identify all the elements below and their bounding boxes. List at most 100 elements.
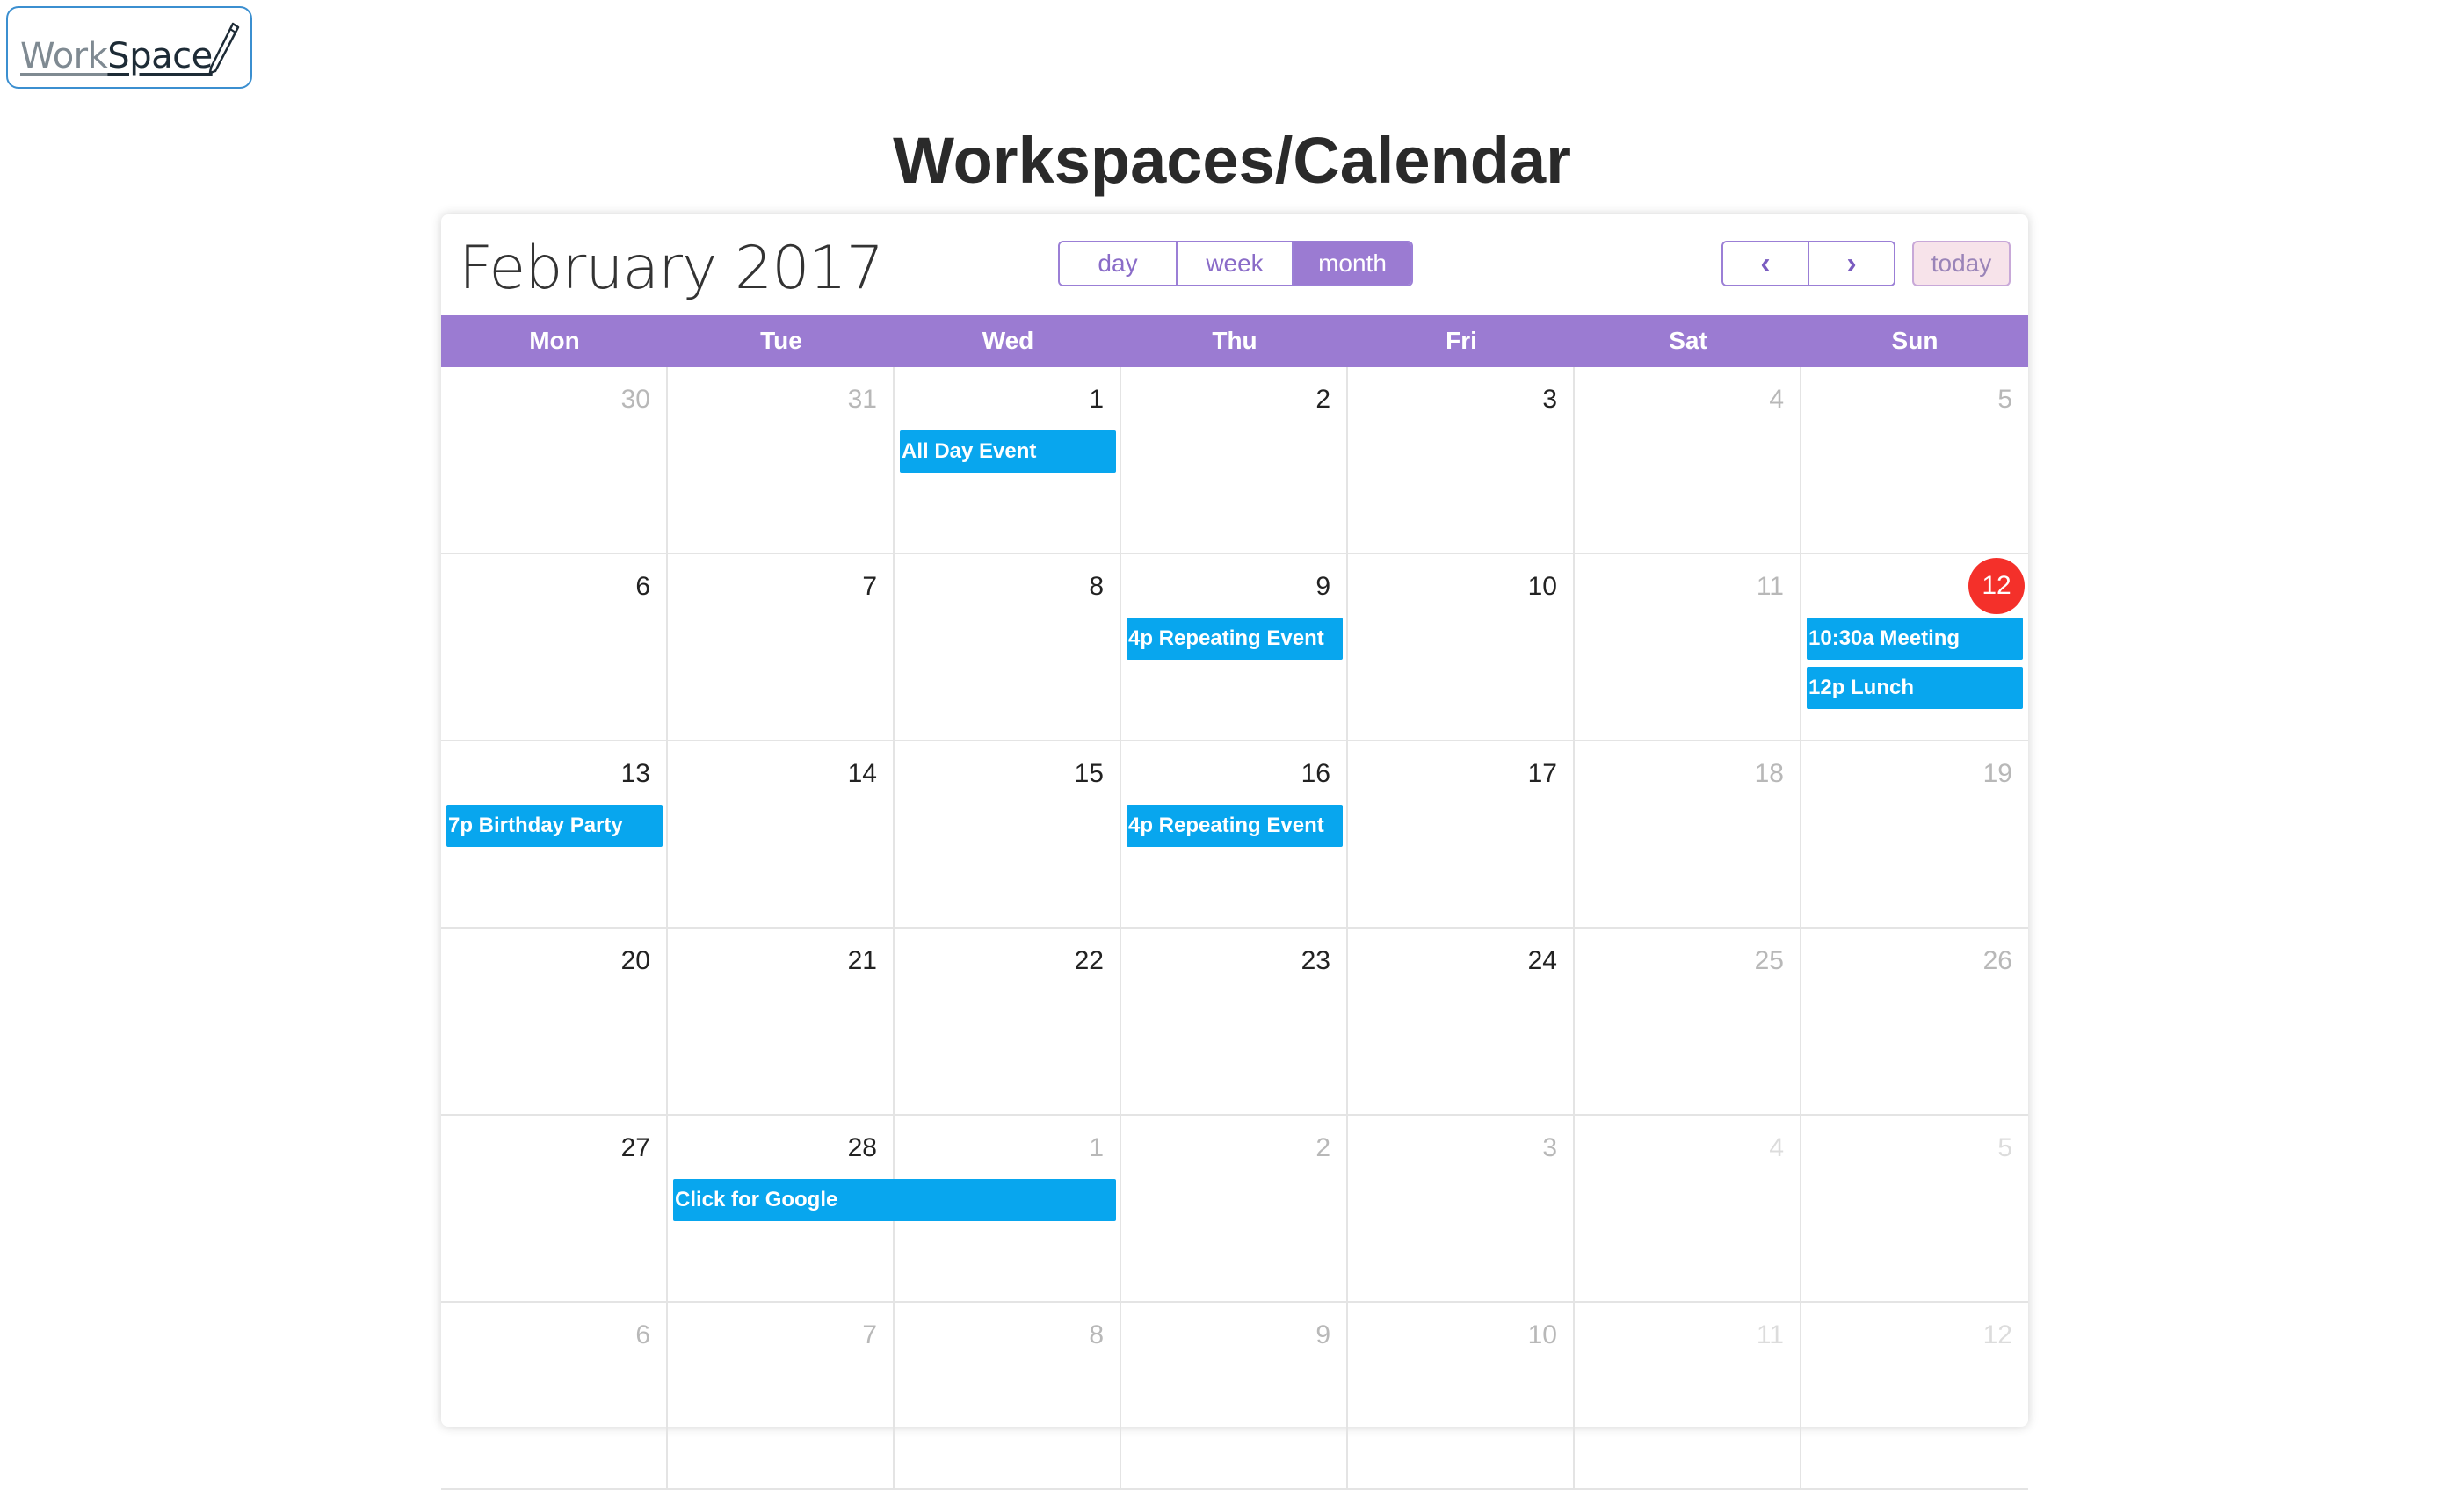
day-cell[interactable]: 14: [668, 741, 895, 927]
day-cell[interactable]: 22: [895, 929, 1121, 1114]
weekday-sun: Sun: [1891, 327, 1939, 354]
day-cell[interactable]: 7: [668, 554, 895, 740]
logo-text: WorkSpace: [20, 36, 213, 76]
month-navigation: ‹ ›: [1721, 241, 1895, 286]
day-number: 25: [1754, 946, 1784, 975]
day-number: 6: [635, 1320, 650, 1349]
page-title: Workspaces/Calendar: [893, 124, 1571, 197]
day-cell[interactable]: 10: [1348, 1303, 1575, 1488]
day-cell[interactable]: 4: [1575, 1116, 1801, 1301]
day-number: 1: [1089, 385, 1104, 414]
day-cell[interactable]: 2: [1121, 367, 1348, 553]
view-week-button[interactable]: week: [1176, 242, 1292, 285]
day-number: 30: [620, 385, 650, 414]
day-number: 23: [1301, 946, 1330, 975]
logo-text-space: Space: [107, 36, 213, 76]
week-row: 6 7 8 9 10 11 12: [441, 1303, 2028, 1490]
day-number: 2: [1315, 385, 1330, 414]
day-cell[interactable]: 17: [1348, 741, 1575, 927]
day-number: 14: [847, 759, 877, 788]
chevron-right-icon: ›: [1846, 247, 1857, 280]
weekday-sat: Sat: [1669, 327, 1707, 354]
logo-text-work: Work: [20, 36, 108, 76]
day-number: 11: [1756, 1320, 1784, 1349]
calendar-event[interactable]: Click for Google: [673, 1179, 1116, 1221]
day-number: 17: [1527, 759, 1557, 788]
day-number: 12: [1982, 1320, 2012, 1349]
day-number: 18: [1754, 759, 1784, 788]
chevron-left-icon: ‹: [1760, 247, 1771, 280]
weekday-mon: Mon: [529, 327, 580, 354]
day-cell[interactable]: 5: [1801, 1116, 2028, 1301]
today-button[interactable]: today: [1912, 241, 2011, 286]
day-cell[interactable]: 26: [1801, 929, 2028, 1114]
day-number: 13: [620, 759, 650, 788]
day-cell[interactable]: 31: [668, 367, 895, 553]
day-cell[interactable]: 27: [441, 1116, 668, 1301]
day-number: 9: [1315, 572, 1330, 601]
day-number: 9: [1315, 1320, 1330, 1349]
workspace-logo[interactable]: WorkSpace: [6, 6, 252, 89]
day-number: 6: [635, 572, 650, 601]
day-number: 15: [1074, 759, 1104, 788]
day-cell[interactable]: 15: [895, 741, 1121, 927]
day-number: 7: [862, 1320, 877, 1349]
day-cell[interactable]: 7: [668, 1303, 895, 1488]
calendar-event[interactable]: 7p Birthday Party: [446, 805, 663, 847]
calendar-event[interactable]: 12p Lunch: [1807, 667, 2023, 709]
day-number: 28: [847, 1133, 877, 1162]
day-cell[interactable]: 24: [1348, 929, 1575, 1114]
view-day-button[interactable]: day: [1060, 242, 1176, 285]
day-number: 3: [1542, 385, 1557, 414]
calendar-event[interactable]: 10:30a Meeting: [1807, 618, 2023, 660]
day-cell[interactable]: 5: [1801, 367, 2028, 553]
weekday-tue: Tue: [760, 327, 802, 354]
day-number: 3: [1542, 1133, 1557, 1162]
weekday-header: Mon Tue Wed Thu Fri Sat Sun: [441, 315, 2028, 367]
day-cell[interactable]: 11: [1575, 1303, 1801, 1488]
day-cell[interactable]: 3: [1348, 1116, 1575, 1301]
day-number: 7: [862, 572, 877, 601]
today-day-number: 12: [1968, 558, 2025, 614]
weekday-wed: Wed: [982, 327, 1034, 354]
day-number: 10: [1527, 1320, 1557, 1349]
day-cell[interactable]: 30: [441, 367, 668, 553]
day-cell[interactable]: 3: [1348, 367, 1575, 553]
day-cell[interactable]: 8: [895, 554, 1121, 740]
day-cell[interactable]: 12: [1801, 1303, 2028, 1488]
day-cell[interactable]: 6: [441, 554, 668, 740]
day-number: 21: [847, 946, 877, 975]
pencil-icon: [208, 22, 240, 75]
day-number: 24: [1527, 946, 1557, 975]
day-cell[interactable]: 6: [441, 1303, 668, 1488]
view-switcher: day week month: [1058, 241, 1413, 286]
calendar-event[interactable]: 4p Repeating Event: [1127, 805, 1343, 847]
next-month-button[interactable]: ›: [1808, 242, 1894, 285]
calendar-event[interactable]: 4p Repeating Event: [1127, 618, 1343, 660]
week-row: 30 31 1 2 3 4 5: [441, 367, 2028, 554]
day-number: 20: [620, 946, 650, 975]
day-number: 5: [1997, 1133, 2012, 1162]
day-cell[interactable]: 11: [1575, 554, 1801, 740]
day-number: 31: [847, 385, 877, 414]
prev-month-button[interactable]: ‹: [1723, 242, 1808, 285]
day-cell[interactable]: 18: [1575, 741, 1801, 927]
day-cell[interactable]: 23: [1121, 929, 1348, 1114]
day-cell[interactable]: 9: [1121, 1303, 1348, 1488]
calendar-event[interactable]: All Day Event: [900, 430, 1116, 473]
view-month-button[interactable]: month: [1292, 242, 1411, 285]
day-cell[interactable]: 10: [1348, 554, 1575, 740]
day-cell[interactable]: 8: [895, 1303, 1121, 1488]
calendar: February 2017 day week month ‹ › today M…: [441, 214, 2028, 1490]
day-cell[interactable]: 25: [1575, 929, 1801, 1114]
day-number: 5: [1997, 385, 2012, 414]
day-number: 16: [1301, 759, 1330, 788]
day-cell[interactable]: 21: [668, 929, 895, 1114]
day-number: 22: [1074, 946, 1104, 975]
day-cell[interactable]: 19: [1801, 741, 2028, 927]
day-cell[interactable]: 2: [1121, 1116, 1348, 1301]
calendar-title: February 2017: [459, 234, 884, 303]
day-number: 4: [1769, 1133, 1784, 1162]
day-cell[interactable]: 20: [441, 929, 668, 1114]
day-cell[interactable]: 4: [1575, 367, 1801, 553]
